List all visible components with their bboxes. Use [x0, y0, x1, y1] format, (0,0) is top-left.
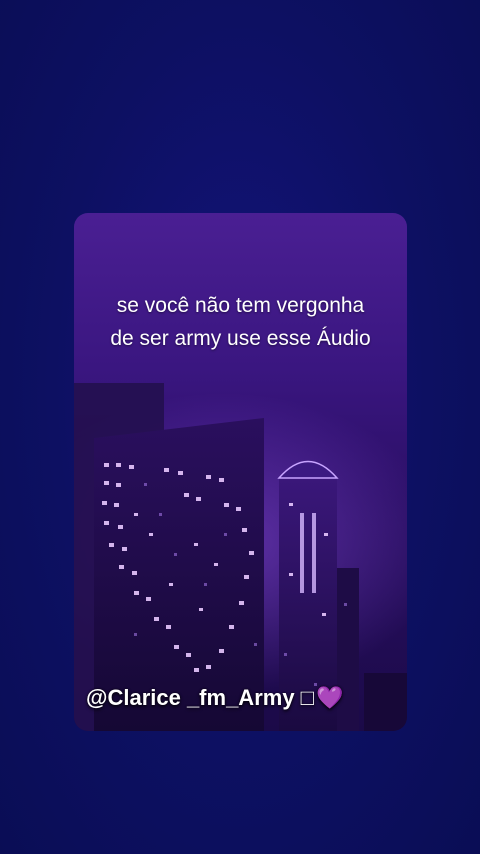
purple-heart-icon: 💜: [315, 685, 344, 710]
video-frame[interactable]: se você não tem vergonha de ser army use…: [0, 0, 480, 854]
caption-line-2: de ser army use esse Áudio: [110, 327, 371, 350]
video-card[interactable]: se você não tem vergonha de ser army use…: [74, 213, 407, 731]
video-caption: se você não tem vergonha de ser army use…: [74, 289, 407, 355]
creator-handle: @Clarice _fm_Army □: [86, 685, 314, 710]
caption-line-1: se você não tem vergonha: [116, 294, 365, 317]
creator-watermark: @Clarice _fm_Army □💜: [86, 685, 343, 711]
